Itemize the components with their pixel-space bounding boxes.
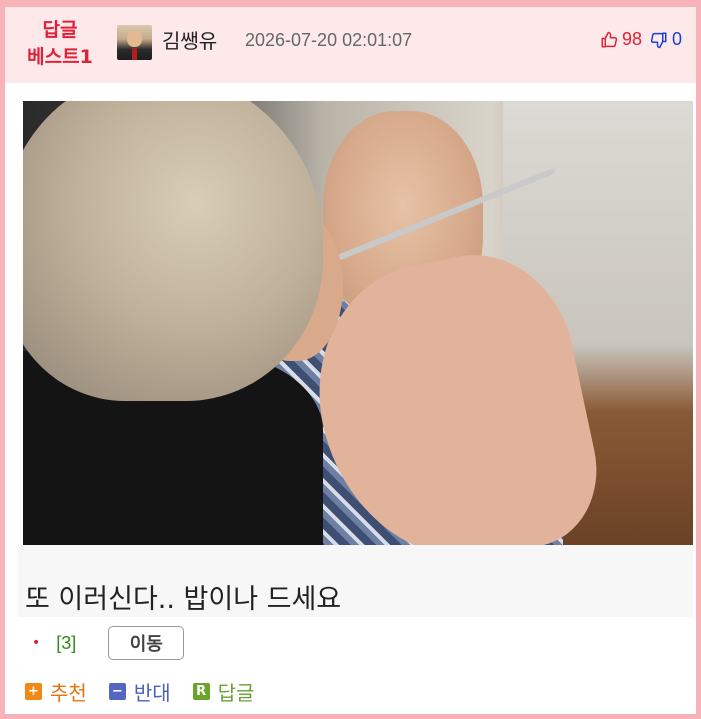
upvote-count: 98 xyxy=(621,29,642,49)
best-reply-badge: 답글 베스트1 xyxy=(15,17,105,71)
thumbs-up-icon xyxy=(601,31,618,47)
recommend-label: 추천 xyxy=(50,680,87,705)
post-header: 답글 베스트1 김쌩유 2026-07-20 02:01:07 98 0 xyxy=(5,7,696,83)
plus-icon: + xyxy=(25,682,42,700)
move-button[interactable]: 이동 xyxy=(108,626,185,660)
reply-icon: R xyxy=(192,682,210,700)
reply-button[interactable]: R 답글 xyxy=(192,677,255,706)
recommend-button[interactable]: + 추천 xyxy=(25,677,87,706)
bullet: • xyxy=(32,635,41,651)
vote-counts: 98 0 xyxy=(600,29,682,50)
post-image[interactable] xyxy=(23,101,693,545)
comment-count[interactable]: [3] xyxy=(56,633,76,654)
avatar[interactable] xyxy=(117,25,152,60)
badge-line2: 베스트1 xyxy=(27,46,93,68)
post-meta-row: • [3] 이동 xyxy=(32,626,185,660)
reply-label: 답글 xyxy=(217,680,255,705)
oppose-label: 반대 xyxy=(133,680,171,705)
post-title[interactable]: 또 이러신다.. 밥이나 드세요 xyxy=(25,577,341,616)
minus-icon: − xyxy=(108,682,126,700)
badge-line1: 답글 xyxy=(42,19,78,41)
author-name[interactable]: 김쌩유 xyxy=(162,25,217,54)
downvote-count: 0 xyxy=(671,29,682,49)
post-title-bar: 또 이러신다.. 밥이나 드세요 xyxy=(18,545,693,617)
thumbs-down-icon xyxy=(650,32,667,48)
downvote-button[interactable]: 0 xyxy=(650,29,682,50)
upvote-button[interactable]: 98 xyxy=(600,29,642,50)
action-row: + 추천 − 반대 R 답글 xyxy=(25,677,276,706)
post-timestamp: 2026-07-20 02:01:07 xyxy=(245,30,413,50)
post-card: 답글 베스트1 김쌩유 2026-07-20 02:01:07 98 0 또 이… xyxy=(0,0,701,719)
oppose-button[interactable]: − 반대 xyxy=(108,677,171,706)
